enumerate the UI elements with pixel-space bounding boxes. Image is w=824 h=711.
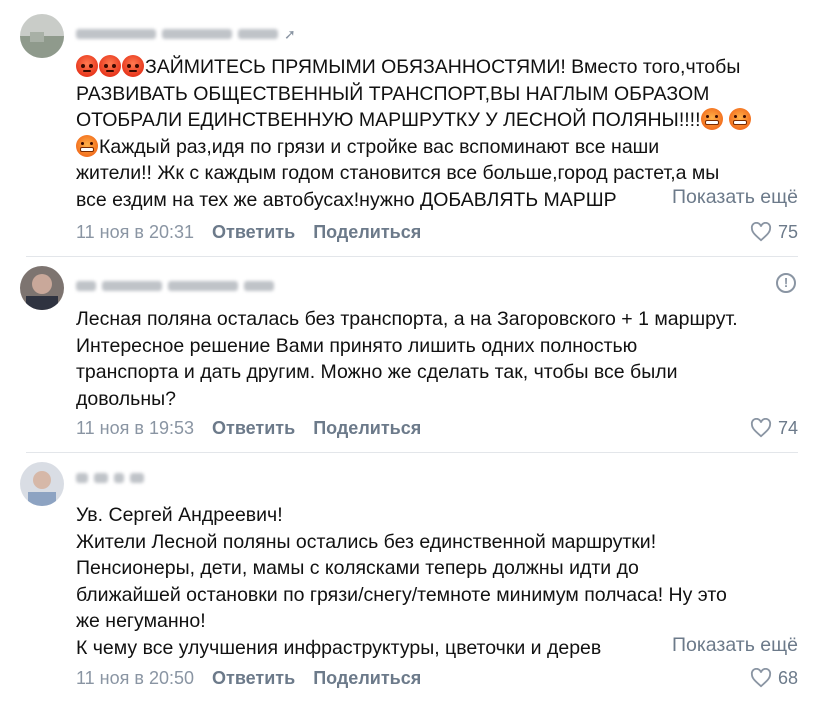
reply-button[interactable]: Ответить — [212, 418, 295, 439]
like-button[interactable]: 75 — [750, 220, 798, 244]
like-button[interactable]: 74 — [750, 416, 798, 440]
grimace-face-emoji — [700, 108, 723, 130]
like-count: 75 — [777, 221, 798, 242]
author-name[interactable] — [76, 278, 274, 294]
like-count: 74 — [777, 417, 798, 438]
comment-date[interactable]: 11 ноя в 19:53 — [76, 418, 194, 439]
angry-face-emoji — [122, 55, 144, 77]
heart-icon — [750, 222, 772, 242]
share-button[interactable]: Поделиться — [313, 418, 421, 439]
angry-face-emoji — [99, 55, 121, 77]
divider — [26, 452, 798, 453]
author-name[interactable] — [76, 470, 144, 486]
reply-button[interactable]: Ответить — [212, 222, 295, 243]
avatar[interactable] — [20, 14, 64, 58]
verified-icon: ➚ — [284, 25, 296, 42]
avatar[interactable] — [20, 462, 64, 506]
like-button[interactable]: 68 — [750, 666, 798, 690]
comment-date[interactable]: 11 ноя в 20:31 — [76, 222, 194, 243]
show-more-link[interactable]: Показать ещё — [667, 634, 798, 657]
comment-meta: 11 ноя в 20:31 Ответить Поделиться — [76, 220, 439, 244]
avatar[interactable] — [20, 266, 64, 310]
comment-date[interactable]: 11 ноя в 20:50 — [76, 668, 194, 689]
angry-face-emoji — [76, 55, 98, 77]
heart-icon — [750, 418, 772, 438]
share-button[interactable]: Поделиться — [313, 668, 421, 689]
comment-meta: 11 ноя в 20:50 Ответить Поделиться — [76, 666, 439, 690]
reply-button[interactable]: Ответить — [212, 668, 295, 689]
heart-icon — [750, 668, 772, 688]
divider — [26, 256, 798, 257]
author-name[interactable]: ➚ — [76, 26, 296, 42]
grimace-face-emoji — [76, 134, 98, 157]
show-more-link[interactable]: Показать ещё — [667, 186, 798, 209]
grimace-face-emoji — [728, 108, 751, 130]
comment-text: Лесная поляна осталась без транспорта, а… — [76, 308, 738, 410]
share-button[interactable]: Поделиться — [313, 222, 421, 243]
like-count: 68 — [777, 667, 798, 688]
comment-meta: 11 ноя в 19:53 Ответить Поделиться — [76, 416, 439, 440]
report-icon[interactable]: ! — [776, 273, 796, 293]
